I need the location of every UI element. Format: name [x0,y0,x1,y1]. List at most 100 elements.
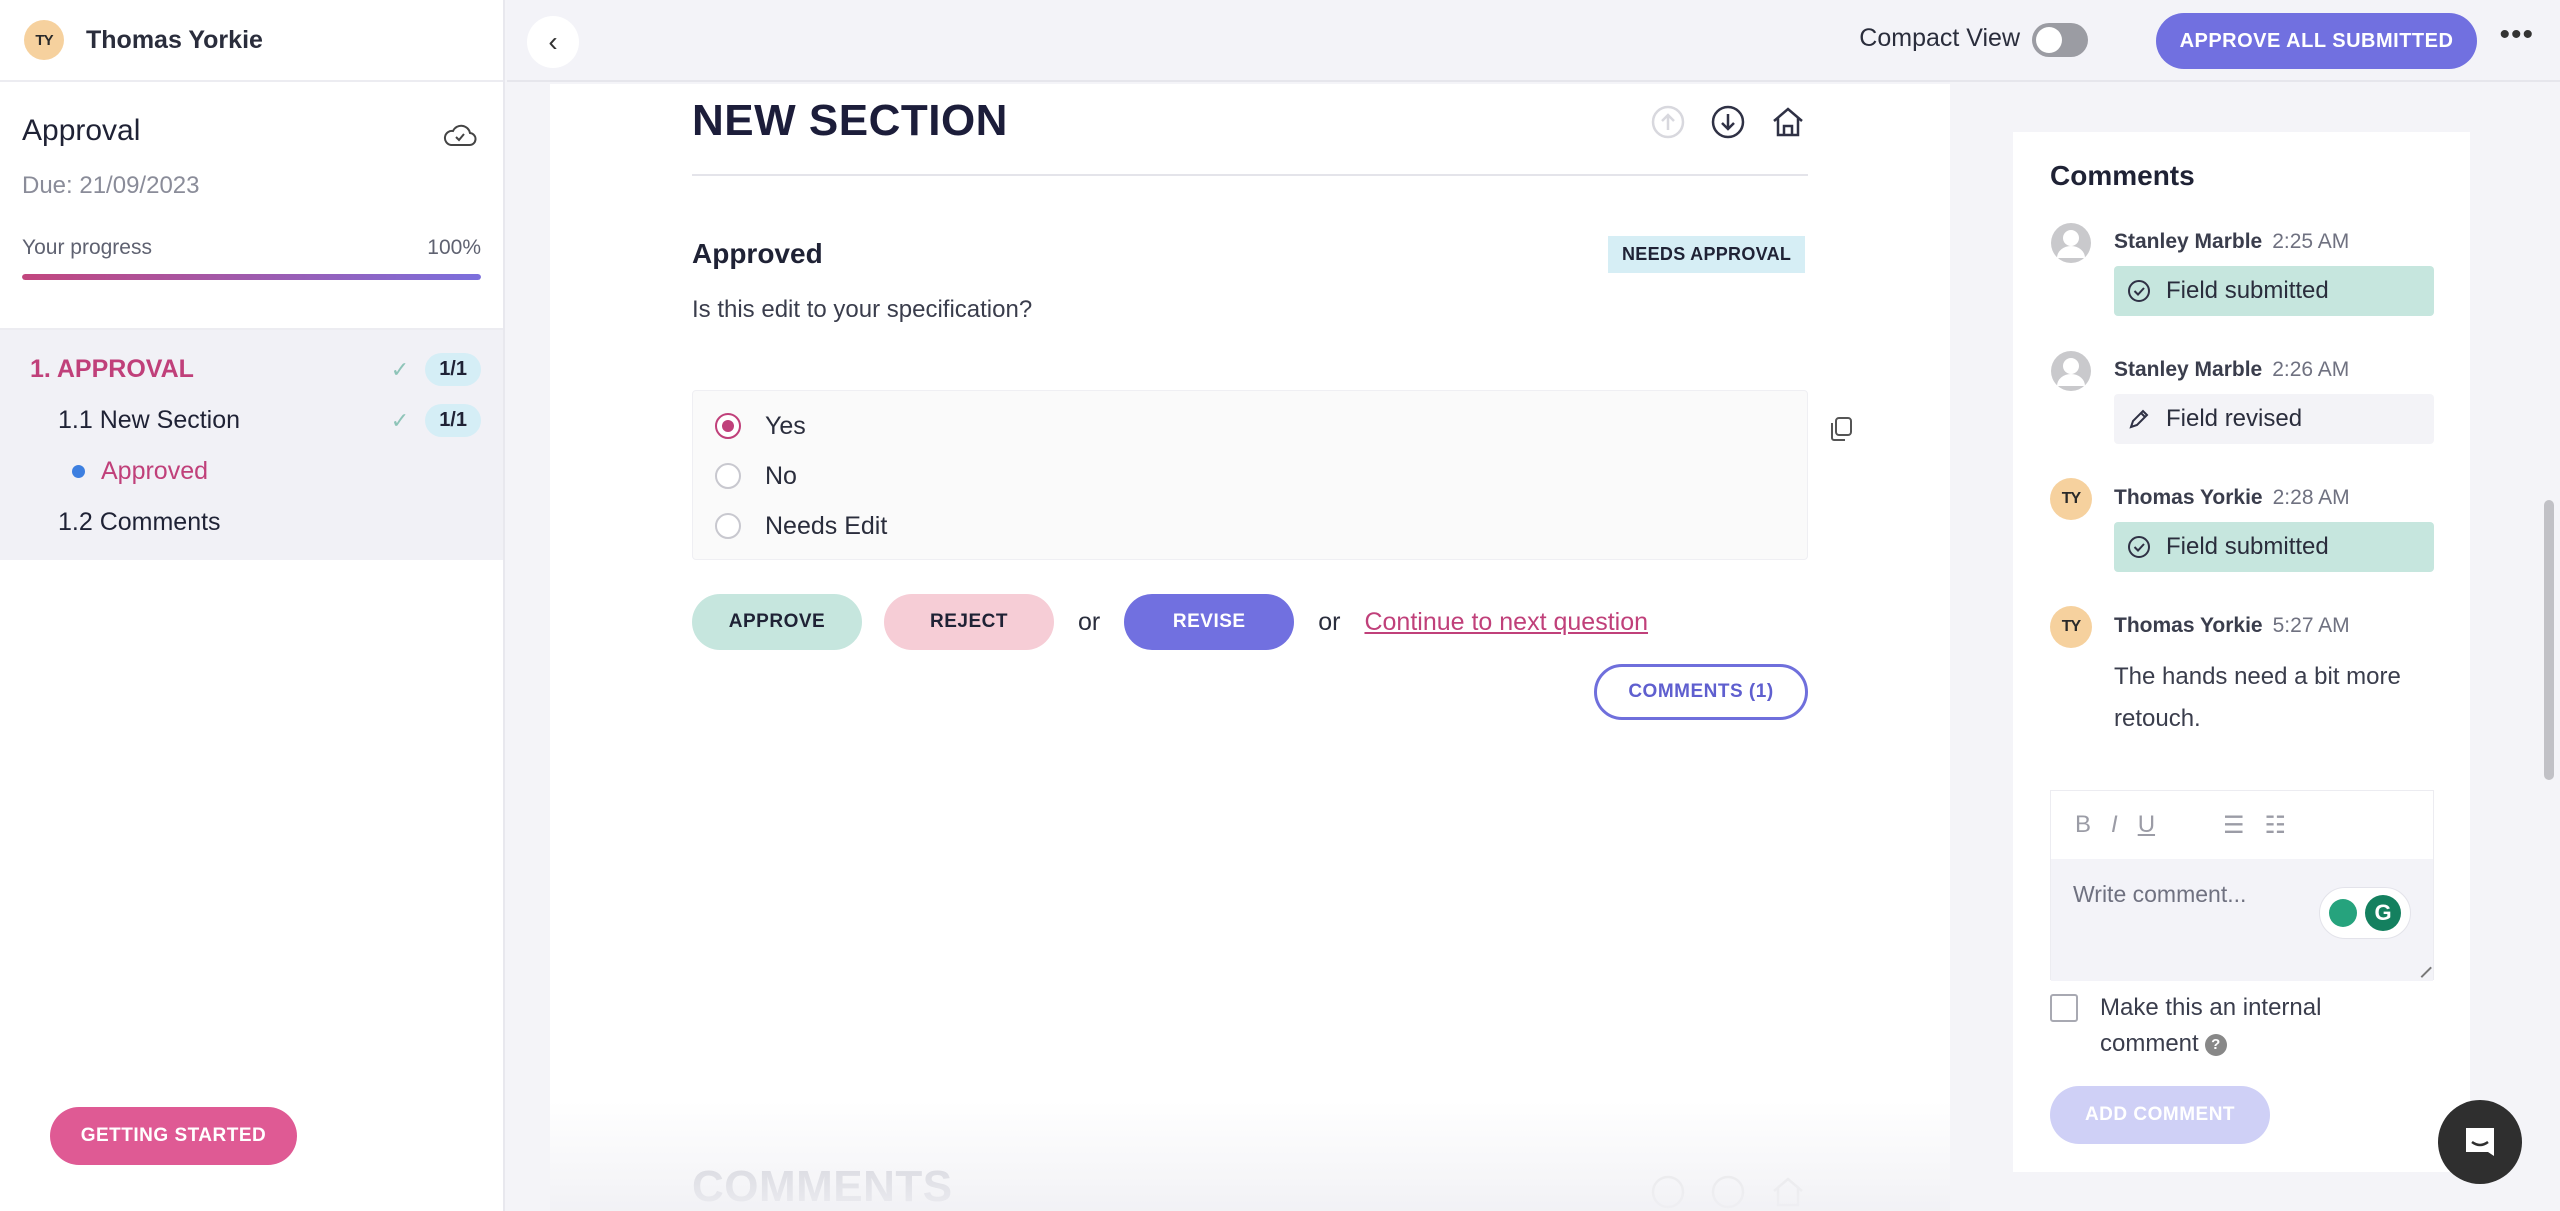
underline-icon[interactable]: U [2138,811,2155,839]
more-options-icon[interactable]: ••• [2499,18,2534,52]
progress-count-badge: 1/1 [425,404,481,437]
user-avatar: TY [2050,606,2092,648]
option-needs-edit[interactable]: Needs Edit [693,501,1807,551]
default-avatar-icon [2050,222,2092,264]
reject-button[interactable]: REJECT [884,594,1054,650]
radio-button[interactable] [715,513,741,539]
compact-view-label: Compact View [1859,24,2020,52]
approve-button[interactable]: APPROVE [692,594,862,650]
active-dot-icon [72,465,85,478]
progress-count-badge: 1/1 [425,353,481,386]
check-circle-icon [2128,536,2150,558]
comments-panel: Comments Stanley Marble 2:25 AM Field sub… [1950,84,2560,1211]
next-section-title: COMMENTS [692,1162,953,1211]
bullet-list-icon[interactable]: ☰ [2223,811,2245,840]
internal-comment-label: Make this an internal comment? [2100,994,2322,1057]
comment-author: Stanley Marble [2114,230,2263,253]
arrow-up-circle-icon[interactable] [1650,1174,1686,1210]
nav-item-approval[interactable]: 1. APPROVAL ✓ 1/1 [0,344,503,395]
section-nav-icons [1650,104,1806,140]
user-avatar: TY [24,20,64,60]
comment-header: Stanley Marble 2:25 AM [2114,230,2349,254]
project-title: Approval [22,114,141,147]
user-bar[interactable]: TY Thomas Yorkie [0,0,503,82]
status-text: Field submitted [2166,277,2329,304]
comments-title: Comments [2050,160,2195,191]
grammarly-icon: G [2365,895,2401,931]
comment-time: 2:26 AM [2272,358,2350,381]
section-nav: 1. APPROVAL ✓ 1/1 1.1 New Section ✓ 1/1 … [0,328,503,560]
divider [692,174,1808,176]
check-circle-icon [2128,280,2150,302]
status-text: Field submitted [2166,533,2329,560]
grammarly-widget[interactable]: G [2319,887,2411,939]
project-info: Approval Due: 21/09/2023 Your progress 1… [0,82,503,322]
editor-toolbar: B I U ☰ ☷ [2051,791,2433,859]
italic-icon[interactable]: I [2111,811,2118,839]
revise-button[interactable]: REVISE [1124,594,1295,650]
or-text: or [1078,607,1101,636]
or-text: or [1318,607,1341,636]
check-icon: ✓ [390,356,410,382]
nav-item-label: 1.2 Comments [58,508,221,536]
home-icon[interactable] [1770,104,1806,140]
comment-header: Thomas Yorkie 5:27 AM [2114,614,2350,638]
chat-support-button[interactable] [2438,1100,2522,1184]
comment-time: 2:28 AM [2272,486,2350,509]
copy-icon[interactable] [1826,414,1856,444]
option-label: No [765,461,797,490]
question-text: Is this edit to your specification? [692,296,1033,323]
nav-item-label: 1.1 New Section [58,406,241,434]
back-button[interactable]: ‹ [527,16,579,68]
comments-button[interactable]: COMMENTS (1) [1594,664,1808,720]
comment-time: 2:25 AM [2272,230,2350,253]
next-section-nav-icons [1650,1174,1806,1210]
arrow-down-circle-icon[interactable] [1710,1174,1746,1210]
help-icon[interactable]: ? [2204,1033,2227,1056]
comment-editor: B I U ☰ ☷ Write comment... G [2050,790,2434,981]
progress-bar-fill [22,274,481,280]
arrow-down-circle-icon[interactable] [1710,104,1746,140]
toggle-knob [2036,27,2062,53]
home-icon[interactable] [1770,1174,1806,1210]
radio-button-selected[interactable] [715,413,741,439]
scrollbar[interactable] [2540,84,2560,1211]
question-actions: APPROVE REJECT or REVISE or Continue to … [692,594,1648,650]
cloud-saved-icon [443,124,477,146]
getting-started-button[interactable]: GETTING STARTED [50,1107,297,1165]
compact-view-toggle[interactable] [2032,23,2088,57]
option-yes[interactable]: Yes [693,401,1807,451]
status-field-revised: Field revised [2114,394,2434,444]
option-no[interactable]: No [693,451,1807,501]
comment-body: The hands need a bit more retouch. [2114,663,2401,732]
option-label: Needs Edit [765,511,888,540]
comment-header: Stanley Marble 2:26 AM [2114,358,2349,382]
user-avatar: TY [2050,478,2092,520]
arrow-up-circle-icon[interactable] [1650,104,1686,140]
nav-item-comments[interactable]: 1.2 Comments [0,497,503,548]
internal-comment-option: Make this an internal comment? [2050,990,2360,1062]
approve-all-submitted-button[interactable]: APPROVE ALL SUBMITTED [2156,13,2477,69]
nav-item-approved[interactable]: Approved [0,446,503,497]
internal-comment-checkbox[interactable] [2050,994,2078,1022]
progress-label: Your progress [22,236,152,259]
status-field-submitted: Field submitted [2114,266,2434,316]
radio-button[interactable] [715,463,741,489]
question-title: Approved [692,238,823,269]
numbered-list-icon[interactable]: ☷ [2265,811,2287,840]
status-text: Field revised [2166,405,2303,432]
add-comment-button[interactable]: ADD COMMENT [2050,1086,2270,1144]
option-label: Yes [765,411,806,440]
scrollbar-thumb[interactable] [2544,500,2554,780]
comment-header: Thomas Yorkie 2:28 AM [2114,486,2350,510]
comments-card: Comments Stanley Marble 2:25 AM Field sub… [2013,132,2470,1172]
bold-icon[interactable]: B [2075,811,2091,839]
progress-percent: 100% [427,236,481,259]
continue-to-next-question-link[interactable]: Continue to next question [1364,608,1648,637]
lightbulb-icon [2329,899,2357,927]
main-content: NEW SECTION Approved NEEDS APPROVAL Is t… [550,84,1950,1211]
top-bar: ‹ Compact View APPROVE ALL SUBMITTED ••• [507,0,2560,82]
nav-item-new-section[interactable]: 1.1 New Section ✓ 1/1 [0,395,503,446]
nav-item-label: 1. APPROVAL [30,355,194,383]
chat-bubble-icon [2466,1128,2494,1156]
